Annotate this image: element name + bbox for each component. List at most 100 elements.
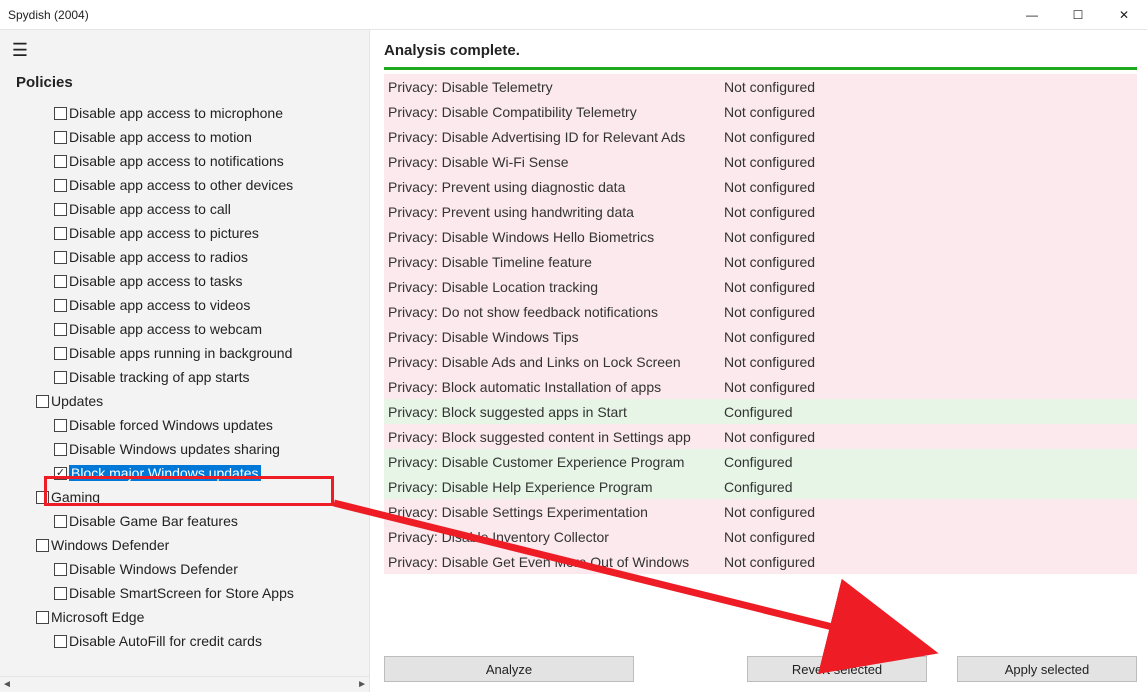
maximize-button[interactable]: ☐: [1055, 0, 1101, 30]
apply-selected-button[interactable]: Apply selected: [957, 656, 1137, 682]
checkbox[interactable]: [36, 395, 49, 408]
checkbox[interactable]: [54, 587, 67, 600]
policy-label: Gaming: [51, 489, 100, 505]
policy-item[interactable]: Disable SmartScreen for Store Apps: [0, 581, 359, 605]
result-row[interactable]: Privacy: Disable Location trackingNot co…: [384, 274, 1137, 299]
policy-group[interactable]: Microsoft Edge: [0, 605, 359, 629]
policy-item[interactable]: Disable app access to motion: [0, 125, 359, 149]
result-row[interactable]: Privacy: Disable Get Even More Out of Wi…: [384, 549, 1137, 574]
policy-item[interactable]: Disable Windows Defender: [0, 557, 359, 581]
result-row[interactable]: Privacy: Block automatic Installation of…: [384, 374, 1137, 399]
policy-group[interactable]: Updates: [0, 389, 359, 413]
checkbox[interactable]: [54, 467, 67, 480]
policy-item[interactable]: Disable tracking of app starts: [0, 365, 359, 389]
result-row[interactable]: Privacy: Block suggested apps in StartCo…: [384, 399, 1137, 424]
close-button[interactable]: ✕: [1101, 0, 1147, 30]
policy-item[interactable]: Disable Windows updates sharing: [0, 437, 359, 461]
result-row[interactable]: Privacy: Disable Timeline featureNot con…: [384, 249, 1137, 274]
result-row[interactable]: Privacy: Disable Inventory CollectorNot …: [384, 524, 1137, 549]
result-status: Configured: [724, 404, 793, 420]
policy-item[interactable]: Disable app access to radios: [0, 245, 359, 269]
result-status: Not configured: [724, 329, 815, 345]
analyze-button[interactable]: Analyze: [384, 656, 634, 682]
checkbox[interactable]: [54, 347, 67, 360]
result-status: Not configured: [724, 379, 815, 395]
policy-item[interactable]: Disable app access to other devices: [0, 173, 359, 197]
result-status: Not configured: [724, 429, 815, 445]
checkbox[interactable]: [36, 539, 49, 552]
policy-label: Updates: [51, 393, 103, 409]
policy-item[interactable]: Disable app access to pictures: [0, 221, 359, 245]
result-row[interactable]: Privacy: Block suggested content in Sett…: [384, 424, 1137, 449]
result-row[interactable]: Privacy: Disable Ads and Links on Lock S…: [384, 349, 1137, 374]
result-row[interactable]: Privacy: Disable Compatibility Telemetry…: [384, 99, 1137, 124]
policy-item[interactable]: Disable app access to microphone: [0, 101, 359, 125]
policy-label: Disable app access to videos: [69, 297, 250, 313]
checkbox[interactable]: [54, 275, 67, 288]
result-row[interactable]: Privacy: Do not show feedback notificati…: [384, 299, 1137, 324]
result-status: Not configured: [724, 504, 815, 520]
checkbox[interactable]: [36, 491, 49, 504]
checkbox[interactable]: [54, 635, 67, 648]
result-status: Not configured: [724, 79, 815, 95]
horizontal-scrollbar[interactable]: ◄►: [0, 676, 369, 692]
checkbox[interactable]: [54, 227, 67, 240]
hamburger-menu-button[interactable]: ☰: [0, 30, 40, 70]
checkbox[interactable]: [54, 155, 67, 168]
checkbox[interactable]: [54, 131, 67, 144]
checkbox[interactable]: [36, 611, 49, 624]
policy-label: Disable Windows updates sharing: [69, 441, 280, 457]
checkbox[interactable]: [54, 179, 67, 192]
result-row[interactable]: Privacy: Disable Advertising ID for Rele…: [384, 124, 1137, 149]
policy-item[interactable]: Block major Windows updates: [0, 461, 359, 485]
result-row[interactable]: Privacy: Disable Wi-Fi SenseNot configur…: [384, 149, 1137, 174]
policy-item[interactable]: Disable Game Bar features: [0, 509, 359, 533]
policy-label: Disable app access to other devices: [69, 177, 293, 193]
policy-item[interactable]: Disable app access to notifications: [0, 149, 359, 173]
policy-item[interactable]: Disable AutoFill for credit cards: [0, 629, 359, 653]
policy-label: Disable Game Bar features: [69, 513, 238, 529]
result-row[interactable]: Privacy: Disable Windows TipsNot configu…: [384, 324, 1137, 349]
checkbox[interactable]: [54, 443, 67, 456]
progress-bar: [384, 67, 1137, 70]
policy-item[interactable]: Disable app access to tasks: [0, 269, 359, 293]
policy-item[interactable]: Disable app access to call: [0, 197, 359, 221]
results-list[interactable]: Privacy: Disable TelemetryNot configured…: [384, 74, 1137, 638]
checkbox[interactable]: [54, 299, 67, 312]
result-row[interactable]: Privacy: Prevent using diagnostic dataNo…: [384, 174, 1137, 199]
checkbox[interactable]: [54, 563, 67, 576]
result-row[interactable]: Privacy: Disable Customer Experience Pro…: [384, 449, 1137, 474]
minimize-button[interactable]: —: [1009, 0, 1055, 30]
policies-heading: Policies: [0, 70, 369, 101]
policy-item[interactable]: Disable app access to webcam: [0, 317, 359, 341]
policy-label: Disable app access to tasks: [69, 273, 243, 289]
policy-label: Disable AutoFill for credit cards: [69, 633, 262, 649]
policy-label: Block major Windows updates: [69, 465, 261, 481]
policy-item[interactable]: Disable apps running in background: [0, 341, 359, 365]
window-controls: — ☐ ✕: [1009, 0, 1147, 30]
checkbox[interactable]: [54, 515, 67, 528]
window-title: Spydish (2004): [8, 8, 89, 22]
checkbox[interactable]: [54, 323, 67, 336]
policy-group[interactable]: Gaming: [0, 485, 359, 509]
policy-item[interactable]: Disable forced Windows updates: [0, 413, 359, 437]
result-status: Not configured: [724, 554, 815, 570]
result-name: Privacy: Disable Compatibility Telemetry: [384, 104, 724, 120]
content-pane: Analysis complete. Privacy: Disable Tele…: [370, 30, 1147, 692]
result-row[interactable]: Privacy: Disable Windows Hello Biometric…: [384, 224, 1137, 249]
result-row[interactable]: Privacy: Prevent using handwriting dataN…: [384, 199, 1137, 224]
checkbox[interactable]: [54, 251, 67, 264]
result-row[interactable]: Privacy: Disable Help Experience Program…: [384, 474, 1137, 499]
checkbox[interactable]: [54, 371, 67, 384]
policies-list[interactable]: Disable app access to microphoneDisable …: [0, 101, 369, 676]
policy-label: Disable apps running in background: [69, 345, 292, 361]
checkbox[interactable]: [54, 107, 67, 120]
result-row[interactable]: Privacy: Disable Settings Experimentatio…: [384, 499, 1137, 524]
checkbox[interactable]: [54, 419, 67, 432]
checkbox[interactable]: [54, 203, 67, 216]
result-row[interactable]: Privacy: Disable TelemetryNot configured: [384, 74, 1137, 99]
result-name: Privacy: Disable Help Experience Program: [384, 479, 724, 495]
policy-group[interactable]: Windows Defender: [0, 533, 359, 557]
policy-item[interactable]: Disable app access to videos: [0, 293, 359, 317]
revert-selected-button[interactable]: Revert selected: [747, 656, 927, 682]
